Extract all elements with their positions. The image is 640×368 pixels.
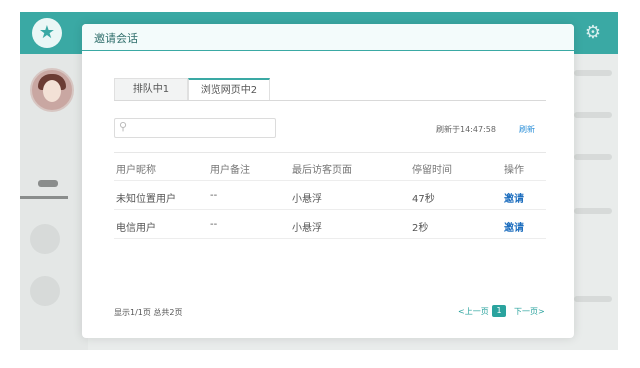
current-page-button[interactable]: 1 (492, 305, 506, 317)
user-nickname: 未知位置用户 (116, 194, 176, 205)
pagination-summary: 显示1/1页 总共2页 (114, 308, 183, 317)
avatar-face (43, 80, 61, 102)
tab-queueing[interactable]: 排队中1 (114, 78, 188, 100)
stay-duration: 47秒 (412, 194, 435, 205)
column-header: 最后访客页面 (292, 165, 352, 176)
last-page: 小悬浮 (292, 223, 322, 234)
ghost-line (574, 154, 612, 160)
ghost-avatar (30, 276, 60, 306)
refresh-timestamp: 刷新于14:47:58 (436, 125, 496, 134)
table-header-row: 用户昵称 用户备注 最后访客页面 停留时间 操作 (114, 152, 546, 181)
ghost-line (574, 296, 612, 302)
column-header: 用户备注 (210, 165, 250, 176)
next-page-button[interactable]: 下一页> (514, 306, 545, 317)
invite-session-modal: 邀请会话 排队中1 浏览网页中2 ⚲ 刷新于14:47:58 刷新 用户昵称 用… (82, 24, 574, 338)
table-row: 电信用户 -- 小悬浮 2秒 邀请 (114, 210, 546, 239)
user-nickname: 电信用户 (116, 223, 156, 234)
sidebar (20, 54, 88, 350)
ghost-avatar (30, 224, 60, 254)
search-box[interactable]: ⚲ (114, 118, 276, 138)
ghost-line (574, 112, 612, 118)
ghost-line (574, 70, 612, 76)
sidebar-active-indicator (20, 196, 68, 199)
refresh-button[interactable]: 刷新 (519, 124, 535, 135)
tab-bar: 排队中1 浏览网页中2 (114, 78, 546, 101)
column-header: 用户昵称 (116, 165, 156, 176)
invite-button[interactable]: 邀请 (504, 219, 524, 234)
tooth-logo-icon[interactable]: ★ (32, 18, 62, 48)
prev-page-button[interactable]: <上一页 (458, 306, 489, 317)
invite-button[interactable]: 邀请 (504, 190, 524, 205)
search-input[interactable] (133, 120, 273, 136)
tab-browsing[interactable]: 浏览网页中2 (188, 78, 270, 100)
column-header: 操作 (504, 165, 524, 176)
last-page: 小悬浮 (292, 194, 322, 205)
gear-icon[interactable]: ⚙ (582, 22, 604, 44)
modal-header: 邀请会话 (82, 24, 574, 51)
sidebar-chat-icon[interactable] (38, 180, 58, 187)
column-header: 停留时间 (412, 165, 452, 176)
user-note: -- (210, 190, 218, 201)
table-row: 未知位置用户 -- 小悬浮 47秒 邀请 (114, 181, 546, 210)
user-note: -- (210, 219, 218, 230)
avatar[interactable] (30, 68, 74, 112)
stay-duration: 2秒 (412, 223, 429, 234)
ghost-line (574, 208, 612, 214)
modal-title: 邀请会话 (94, 32, 138, 45)
search-icon: ⚲ (119, 120, 128, 133)
